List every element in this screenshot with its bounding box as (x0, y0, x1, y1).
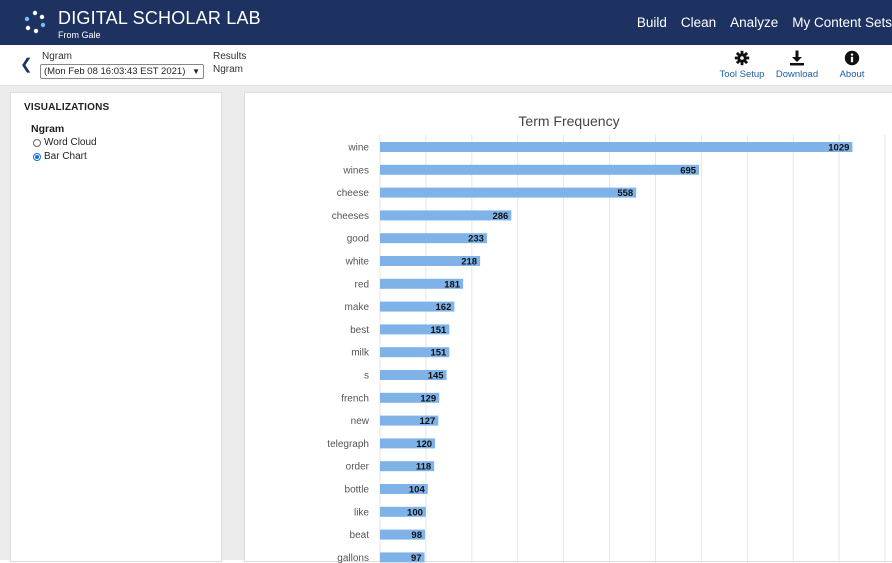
value-label: 127 (419, 416, 435, 427)
value-label: 162 (436, 302, 452, 313)
category-label: order (346, 462, 370, 473)
chevron-left-icon[interactable]: ❮ (20, 55, 33, 73)
visualizations-panel: VISUALIZATIONS Ngram Word Cloud Bar Char… (10, 92, 222, 562)
app-subtitle: From Gale (58, 30, 101, 40)
word-cloud-radio[interactable]: Word Cloud (33, 137, 97, 148)
tool-setup-label: Tool Setup (719, 69, 765, 80)
category-label: milk (351, 348, 370, 359)
word-cloud-label: Word Cloud (44, 137, 97, 148)
value-label: 151 (430, 325, 447, 336)
bar[interactable] (380, 187, 637, 198)
radio-checked-icon (33, 152, 41, 161)
visualization-panel: Term Frequency wine 1029 wines 695 cheese 558… (244, 92, 892, 563)
bar-chart-radio[interactable]: Bar Chart (33, 151, 87, 162)
category-label: bottle (345, 485, 370, 496)
category-label: cheeses (332, 211, 369, 222)
tool-toolbar: ❮ Ngram (Mon Feb 08 16:03:43 EST 2021) ▼… (0, 45, 892, 86)
value-label: 100 (407, 507, 423, 518)
radio-unchecked-icon (33, 138, 41, 147)
value-label: 151 (430, 348, 447, 359)
value-label: 181 (444, 279, 461, 290)
category-label: make (345, 302, 370, 313)
category-label: cheese (337, 188, 370, 199)
nav-my-content-sets[interactable]: My Content Sets (792, 15, 892, 30)
value-label: 118 (416, 462, 431, 473)
category-label: wine (347, 143, 369, 154)
value-label: 233 (468, 234, 484, 245)
category-label: telegraph (327, 439, 369, 450)
bar[interactable] (380, 164, 700, 175)
gear-icon (734, 50, 750, 66)
category-label: new (351, 416, 370, 427)
chevron-down-icon: ▼ (192, 67, 200, 76)
category-label: best (350, 325, 369, 336)
app-title[interactable]: DIGITAL SCHOLAR LAB (58, 8, 261, 29)
download-button[interactable]: Download (767, 50, 827, 80)
value-label: 145 (428, 371, 445, 382)
category-label: good (347, 234, 369, 245)
bar[interactable] (380, 142, 853, 152)
nav-clean[interactable]: Clean (681, 15, 716, 30)
app-header: DIGITAL SCHOLAR LAB From Gale Build Clea… (0, 0, 892, 45)
value-label: 120 (416, 439, 432, 450)
category-label: s (364, 371, 369, 382)
ngram-run-select[interactable]: (Mon Feb 08 16:03:43 EST 2021) ▼ (40, 64, 204, 79)
value-label: 1029 (828, 143, 849, 154)
tool-setup-button[interactable]: Tool Setup (712, 50, 772, 80)
category-label: wines (342, 165, 369, 176)
download-label: Download (775, 69, 819, 80)
results-value: Ngram (213, 64, 244, 75)
nav-analyze[interactable]: Analyze (730, 15, 778, 30)
category-label: gallons (337, 553, 369, 563)
nav-build[interactable]: Build (637, 15, 667, 30)
visualizations-heading: VISUALIZATIONS (24, 102, 110, 113)
category-label: white (345, 257, 370, 268)
ngram-group-label: Ngram (31, 123, 65, 135)
category-label: red (355, 279, 369, 290)
value-label: 558 (617, 188, 633, 199)
info-icon (844, 50, 860, 66)
category-label: beat (350, 530, 370, 541)
bar-chart-label: Bar Chart (44, 151, 87, 162)
value-label: 104 (409, 485, 426, 496)
download-icon (790, 50, 804, 66)
logo-icon (24, 10, 46, 34)
about-button[interactable]: About (822, 50, 882, 80)
results-label: Results (213, 51, 247, 62)
value-label: 129 (420, 393, 436, 404)
term-frequency-chart: wine 1029 wines 695 cheese 558 cheeses 286 good 2… (327, 135, 886, 563)
category-label: like (354, 507, 369, 518)
category-label: french (341, 393, 369, 404)
ngram-label: Ngram (42, 51, 73, 62)
ngram-run-value: (Mon Feb 08 16:03:43 EST 2021) (44, 66, 186, 77)
value-label: 695 (680, 165, 697, 176)
value-label: 286 (492, 211, 508, 222)
content-area: VISUALIZATIONS Ngram Word Cloud Bar Char… (0, 86, 892, 563)
about-label: About (839, 69, 865, 80)
value-label: 97 (411, 553, 422, 563)
value-label: 218 (461, 257, 477, 268)
value-label: 98 (411, 530, 422, 541)
main-nav: Build Clean Analyze My Content Sets (637, 0, 892, 45)
